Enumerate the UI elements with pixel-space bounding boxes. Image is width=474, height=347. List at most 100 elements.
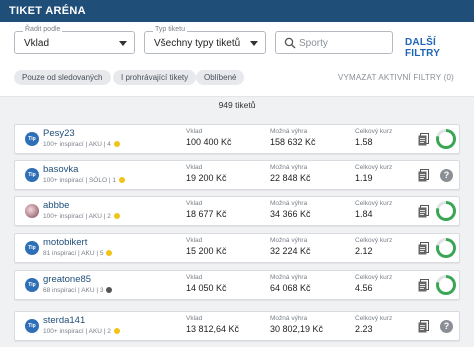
ticket-detail-icon[interactable] [418,133,429,146]
avatar[interactable]: Tip [25,319,39,333]
win-column: Možná výhra 32 224 Kč [270,237,311,256]
level-badge-icon [113,141,120,147]
stake-label: Vklad [186,274,203,281]
avatar[interactable] [25,204,39,218]
ticket-meta: 68 inspirací | AKU | 3 [43,287,113,294]
chip-losing-tickets[interactable]: I prohrávající tikety [113,70,197,85]
level-badge-icon [118,177,125,183]
odds-value: 4.56 [355,283,373,293]
question-icon: ? [440,320,453,333]
username-link[interactable]: basovka [43,164,78,175]
user-level: 2 [107,213,111,220]
tiket-arena-app: TIKET ARÉNA Řadit podle Vklad Typ tiketu… [0,0,474,347]
chevron-down-icon [119,41,127,46]
ticket-detail-icon[interactable] [418,169,429,182]
avatar[interactable]: Tip [25,241,39,255]
sport-search-input[interactable]: Sporty [275,31,393,54]
username-link[interactable]: greatone85 [43,274,91,285]
stake-label: Vklad [186,200,203,207]
ticket-row[interactable]: Tip greatone85 68 inspirací | AKU | 3 Vk… [14,270,460,300]
win-label: Možná výhra [270,164,308,171]
ticket-detail-icon[interactable] [418,242,429,255]
username-link[interactable]: sterda141 [43,315,85,326]
avatar[interactable]: Tip [25,168,39,182]
ticket-row[interactable]: Tip basovka 100+ inspirací | SÓLO | 1 Vk… [14,160,460,190]
ticket-count: 949 tiketů [218,100,256,110]
odds-label: Celkový kurz [355,315,393,322]
odds-value: 1.19 [355,173,373,183]
stake-column: Vklad 19 200 Kč [186,164,227,183]
odds-label: Celkový kurz [355,237,393,244]
ticket-row[interactable]: Tip motobikert 81 inspirací | AKU | 5 Vk… [14,233,460,263]
question-icon: ? [440,169,453,182]
ticket-meta: 100+ inspirací | AKU | 4 [43,141,120,148]
win-label: Možná výhra [270,237,308,244]
inspirations-count: 68 inspirací [43,287,77,294]
user-level: 3 [99,287,104,294]
ticket-type-tag: AKU [88,213,102,220]
stake-label: Vklad [186,237,203,244]
user-level: 5 [99,250,104,257]
stake-column: Vklad 18 677 Kč [186,200,227,219]
inspirations-count: 100+ inspirací [43,328,84,335]
win-value: 34 366 Kč [270,209,311,219]
win-value: 64 068 Kč [270,283,311,293]
user-level: 1 [112,177,116,184]
odds-label: Celkový kurz [355,128,393,135]
odds-value: 2.12 [355,246,373,256]
win-column: Možná výhra 34 366 Kč [270,200,311,219]
status-ring-icon [436,238,456,258]
inspirations-count: 100+ inspirací [43,141,84,148]
inspirations-count: 81 inspirací [43,250,77,257]
win-label: Možná výhra [270,200,308,207]
search-icon [284,37,296,49]
odds-label: Celkový kurz [355,200,393,207]
page-title: TIKET ARÉNA [0,0,474,22]
stake-column: Vklad 15 200 Kč [186,237,227,256]
clear-filters-button[interactable]: VYMAZAT AKTIVNÍ FILTRY (0) [338,73,454,82]
win-column: Možná výhra 30 802,19 Kč [270,315,323,334]
ticket-type-tag: AKU [81,250,95,257]
sort-select[interactable]: Řadit podle Vklad [14,26,135,54]
ticket-type-tag: AKU [88,141,102,148]
ticket-type-tag: AKU [81,287,95,294]
chip-followed-only[interactable]: Pouze od sledovaných [14,70,111,85]
win-label: Možná výhra [270,128,308,135]
ticket-row[interactable]: abbbe 100+ inspirací | AKU | 2 Vklad 18 … [14,196,460,226]
ticket-type-tag: AKU [88,328,102,335]
ticket-detail-icon[interactable] [418,320,429,333]
user-level: 2 [107,328,111,335]
stake-label: Vklad [186,164,203,171]
ticket-meta: 100+ inspirací | AKU | 2 [43,213,120,220]
more-filters-button[interactable]: DALŠÍ FILTRY [405,37,474,59]
ticket-type-select[interactable]: Typ tiketu Všechny typy tiketů [144,26,266,54]
odds-column: Celkový kurz 2.23 [355,315,392,334]
stake-value: 14 050 Kč [186,283,227,293]
ticket-row[interactable]: Tip Pesy23 100+ inspirací | AKU | 4 Vkla… [14,124,460,154]
ticket-meta: 81 inspirací | AKU | 5 [43,250,113,257]
win-column: Možná výhra 22 848 Kč [270,164,311,183]
avatar[interactable]: Tip [25,278,39,292]
win-column: Možná výhra 158 632 Kč [270,128,316,147]
username-link[interactable]: Pesy23 [43,128,75,139]
win-label: Možná výhra [270,274,308,281]
stake-value: 100 400 Kč [186,137,232,147]
stake-value: 13 812,64 Kč [186,324,240,334]
username-link[interactable]: abbbe [43,200,69,211]
chip-favorites[interactable]: Oblíbené [196,70,245,85]
win-value: 32 224 Kč [270,246,311,256]
status-ring-icon [436,201,456,221]
status-ring-icon [436,129,456,149]
win-value: 30 802,19 Kč [270,324,324,334]
stake-value: 19 200 Kč [186,173,227,183]
ticket-detail-icon[interactable] [418,205,429,218]
ticket-type-label: Typ tiketu [153,26,187,33]
username-link[interactable]: motobikert [43,237,87,248]
ticket-row[interactable]: Tip sterda141 100+ inspirací | AKU | 2 V… [14,311,460,341]
win-label: Možná výhra [270,315,308,322]
stake-column: Vklad 100 400 Kč [186,128,232,147]
ticket-detail-icon[interactable] [418,279,429,292]
inspirations-count: 100+ inspirací [43,213,84,220]
stake-value: 15 200 Kč [186,246,227,256]
avatar[interactable]: Tip [25,132,39,146]
